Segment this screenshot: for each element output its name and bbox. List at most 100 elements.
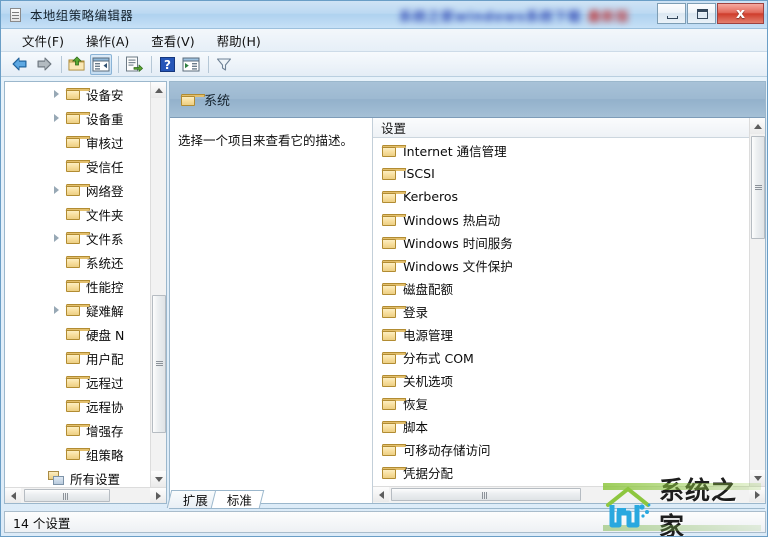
svg-text:?: ?: [164, 58, 171, 72]
local-group-policy-editor-window: 本地组策略编辑器 系统之家windows系统下载 最新版 x 文件(F) 操作(…: [0, 0, 768, 537]
tree-item[interactable]: 审核过: [5, 130, 150, 154]
back-icon[interactable]: [9, 54, 31, 75]
tree-item[interactable]: 设备重: [5, 106, 150, 130]
tree-scroll-up-button[interactable]: [151, 82, 166, 98]
list-scroll-thumb[interactable]: [751, 136, 765, 239]
folder-icon: [65, 207, 91, 221]
tab-standard[interactable]: 标准: [210, 490, 265, 508]
settings-list-item-label: 脚本: [403, 420, 429, 435]
folder-icon: [381, 167, 407, 181]
settings-list-item[interactable]: 凭据分配: [373, 461, 748, 484]
title-watermark-red: 最新版: [587, 9, 630, 25]
settings-list-item[interactable]: Windows 热启动: [373, 208, 748, 231]
folder-icon: [381, 305, 407, 319]
menu-item-file[interactable]: 文件(F): [13, 29, 73, 52]
tree-scroll-right-button[interactable]: [150, 488, 166, 503]
settings-list-item[interactable]: Kerberos: [373, 185, 748, 208]
tree-horizontal-scrollbar[interactable]: [5, 487, 166, 503]
settings-list-item[interactable]: 脚本: [373, 415, 748, 438]
tree-item[interactable]: 受信任: [5, 154, 150, 178]
tree-scroll-thumb[interactable]: [152, 295, 166, 433]
tree-item[interactable]: 文件系: [5, 226, 150, 250]
settings-list[interactable]: Internet 通信管理 iSCSI Kerberos Windows 热启动 Win…: [373, 139, 748, 486]
tree-hscroll-thumb[interactable]: [24, 489, 110, 502]
console-tree[interactable]: 设备安设备重审核过 受信任 网络登 文件夹 文件系系统还性能控 疑难解 硬盘 N 用户配 远程过…: [5, 82, 150, 486]
settings-list-item[interactable]: Windows 文件保护: [373, 254, 748, 277]
help-icon[interactable]: ?: [156, 54, 178, 75]
settings-list-item-label: 恢复: [403, 397, 429, 412]
tree-item[interactable]: 远程协: [5, 394, 150, 418]
tree-item[interactable]: 网络登: [5, 178, 150, 202]
tree-item[interactable]: 疑难解: [5, 298, 150, 322]
settings-list-item[interactable]: 可移动存储访问: [373, 438, 748, 461]
settings-list-item[interactable]: Windows 时间服务: [373, 231, 748, 254]
menu-item-help[interactable]: 帮助(H): [208, 29, 270, 52]
up-folder-icon[interactable]: [66, 54, 88, 75]
maximize-button[interactable]: [687, 3, 716, 24]
list-vertical-scrollbar[interactable]: [749, 118, 765, 486]
console-tree-pane: 设备安设备重审核过 受信任 网络登 文件夹 文件系系统还性能控 疑难解 硬盘 N 用户配 远程过…: [4, 81, 167, 504]
forward-icon[interactable]: [33, 54, 55, 75]
show-hide-tree-icon[interactable]: [90, 53, 112, 75]
tree-item[interactable]: 文件夹: [5, 202, 150, 226]
tree-vertical-scrollbar[interactable]: [150, 82, 166, 487]
expand-triangle-icon[interactable]: [49, 110, 65, 126]
close-button[interactable]: x: [717, 3, 764, 24]
filter-icon[interactable]: [213, 54, 235, 75]
expand-triangle-icon[interactable]: [49, 302, 65, 318]
toolbar-separator: [118, 55, 119, 73]
settings-list-item[interactable]: 恢复: [373, 392, 748, 415]
menu-item-view[interactable]: 查看(V): [142, 29, 203, 52]
tree-item[interactable]: 系统还: [5, 250, 150, 274]
settings-list-item[interactable]: 登录: [373, 300, 748, 323]
folder-icon: [65, 279, 91, 293]
tree-item-label: 系统还: [86, 255, 124, 271]
folder-icon: [65, 231, 91, 245]
tree-scroll-left-button[interactable]: [5, 488, 21, 503]
settings-column-header[interactable]: 设置: [373, 118, 765, 138]
folder-icon: [65, 423, 91, 437]
folder-icon: [65, 159, 91, 173]
folder-icon: [381, 374, 407, 388]
folder-icon: [65, 303, 91, 317]
tree-item[interactable]: 性能控: [5, 274, 150, 298]
folder-icon: [65, 135, 91, 149]
folder-icon: [381, 282, 407, 296]
tree-item-label: 设备重: [86, 111, 124, 127]
list-scroll-up-button[interactable]: [750, 118, 765, 134]
folder-icon: [381, 213, 407, 227]
folder-icon: [65, 447, 91, 461]
menu-item-action[interactable]: 操作(A): [77, 29, 138, 52]
settings-list-item-label: Internet 通信管理: [403, 144, 507, 159]
settings-list-item[interactable]: iSCSI: [373, 162, 748, 185]
settings-list-item[interactable]: 关机选项: [373, 369, 748, 392]
folder-icon: [381, 236, 407, 250]
menu-bar: 文件(F) 操作(A) 查看(V) 帮助(H): [1, 29, 767, 52]
tree-item[interactable]: 增强存: [5, 418, 150, 442]
settings-column-header-label: 设置: [381, 121, 407, 136]
tree-item[interactable]: 硬盘 N: [5, 322, 150, 346]
settings-list-item[interactable]: 分布式 COM: [373, 346, 748, 369]
tree-item[interactable]: 远程过: [5, 370, 150, 394]
tree-item[interactable]: 设备安: [5, 82, 150, 106]
settings-list-item-label: iSCSI: [403, 166, 435, 181]
expand-triangle-icon[interactable]: [49, 182, 65, 198]
tree-item[interactable]: 组策略: [5, 442, 150, 466]
list-scroll-down-button[interactable]: [750, 470, 765, 486]
export-list-icon[interactable]: [123, 54, 145, 75]
tree-item[interactable]: 所有设置: [5, 466, 150, 486]
tree-item[interactable]: 用户配: [5, 346, 150, 370]
expand-triangle-icon[interactable]: [49, 230, 65, 246]
tree-scroll-down-button[interactable]: [151, 471, 166, 487]
settings-list-item[interactable]: 磁盘配额: [373, 277, 748, 300]
expand-triangle-icon[interactable]: [49, 86, 65, 102]
settings-list-item[interactable]: 电源管理: [373, 323, 748, 346]
properties-icon[interactable]: [180, 54, 202, 75]
minimize-button[interactable]: [657, 3, 686, 24]
settings-list-item[interactable]: Internet 通信管理: [373, 139, 748, 162]
